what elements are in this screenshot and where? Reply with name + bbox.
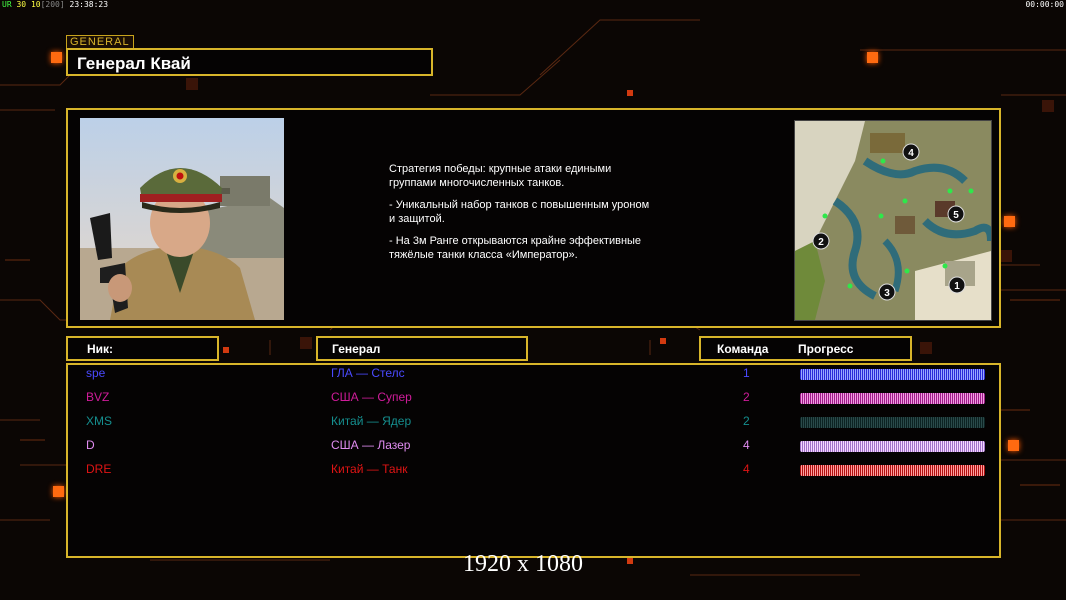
resolution-label: 1920 x 1080 [463,551,583,577]
description-paragraph: Стратегия победы: крупные атаки едиными … [389,163,612,189]
player-progress-bar [800,417,985,428]
map-preview[interactable]: 4 5 2 3 1 [794,120,992,321]
deco-square [1004,216,1015,227]
nick-header: Ник: [66,336,219,361]
player-general: Китай — Ядер [331,414,412,428]
player-row: XMS Китай — Ядер 2 [0,414,1066,434]
deco-square [186,78,198,90]
player-progress-bar [800,441,985,452]
deco-square [920,342,932,354]
general-title: Генерал Квай [77,54,191,73]
hud-limit: [200] [40,0,65,9]
player-progress-bar [800,393,985,404]
deco-square [53,486,64,497]
deco-square [1042,100,1054,112]
player-nick: DRE [86,462,112,476]
player-general: Китай — Танк [331,462,408,476]
nick-header-label: Ник: [87,342,114,356]
player-general: ГЛА — Стелс [331,366,405,380]
deco-square [1000,250,1012,262]
general-tag: GENERAL [66,35,134,49]
player-nick: D [86,438,95,452]
title-box: Генерал Квай [66,48,433,76]
team-header-label: Команда [717,342,769,356]
player-team: 2 [743,414,750,428]
hud-clock: 23:38:23 [69,0,109,9]
map-marker: 4 [908,148,914,159]
player-nick: XMS [86,414,113,428]
player-general: США — Супер [331,390,412,404]
description-paragraph: - На 3м Ранге открываются крайне эффекти… [389,235,642,261]
deco-square [51,52,62,63]
deco-square [867,52,878,63]
player-team: 2 [743,390,750,404]
hud-timer: 00:00:00 [1025,0,1064,9]
progress-header-label: Прогресс [798,342,854,356]
map-marker: 1 [954,281,960,292]
strategy-description: Стратегия победы: крупные атаки едиными … [389,162,719,270]
hud-fps-readout: UR 30 10[200] 23:38:23 [2,0,108,9]
map-marker: 3 [884,288,890,299]
player-row: BVZ США — Супер 2 [0,390,1066,410]
hud-val: 10 [30,0,41,9]
team-progress-header: Команда Прогресс [699,336,912,361]
general-portrait-image [80,118,284,320]
deco-square [223,347,229,353]
general-header: Генерал [316,336,528,361]
player-row: D США — Лазер 4 [0,438,1066,458]
player-nick: spe [86,366,106,380]
player-row: DRE Китай — Танк 4 [0,462,1066,482]
player-team: 4 [743,462,750,476]
player-nick: BVZ [86,390,110,404]
general-header-label: Генерал [332,342,381,356]
deco-square [627,90,633,96]
player-team: 1 [743,366,750,380]
player-progress-bar [800,465,985,476]
player-team: 4 [743,438,750,452]
map-marker: 5 [953,210,959,221]
player-general: США — Лазер [331,438,411,452]
deco-square [660,338,666,344]
description-paragraph: - Уникальный набор танков с повышенным у… [389,199,650,225]
hud-fps: 30 [16,0,27,9]
map-marker: 2 [818,237,824,248]
hud-prefix: UR [2,0,12,9]
deco-square [627,558,633,564]
player-row: spe ГЛА — Стелс 1 [0,366,1066,386]
deco-square [300,337,312,349]
player-progress-bar [800,369,985,380]
